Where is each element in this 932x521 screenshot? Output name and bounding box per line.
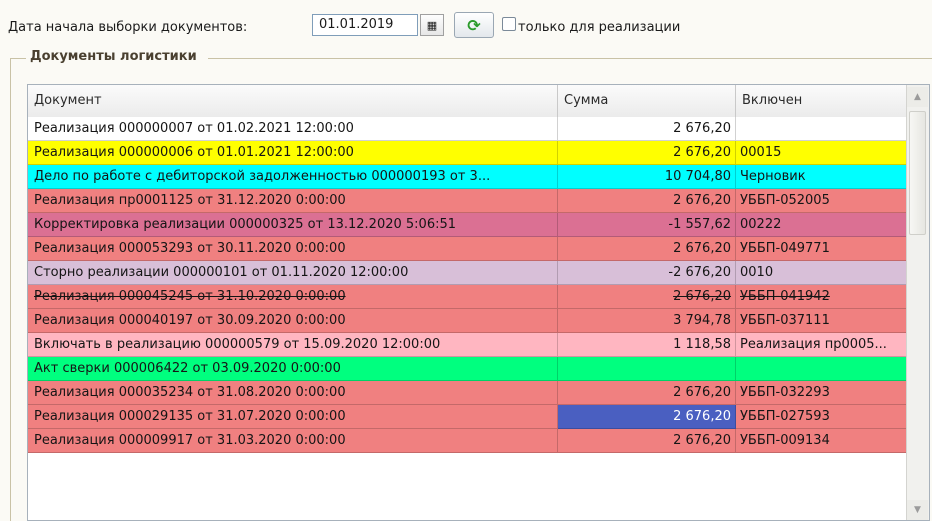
cell-included[interactable]: Реализация пр0005... [736, 333, 908, 357]
date-label: Дата начала выборки документов: [8, 20, 248, 35]
cell-document[interactable]: Реализация 000029135 от 31.07.2020 0:00:… [28, 405, 558, 429]
scroll-down-icon[interactable]: ▼ [907, 500, 928, 520]
cell-included[interactable]: УББП-009134 [736, 429, 908, 453]
table-row[interactable]: Реализация пр0001125 от 31.12.2020 0:00:… [28, 189, 908, 213]
group-border-right-top [208, 58, 932, 59]
cell-document[interactable]: Дело по работе с дебиторской задолженнос… [28, 165, 558, 189]
cell-document[interactable]: Включать в реализацию 000000579 от 15.09… [28, 333, 558, 357]
cell-sum[interactable]: 2 676,20 [558, 285, 736, 309]
cell-included[interactable]: 00222 [736, 213, 908, 237]
cell-sum[interactable]: 2 676,20 [558, 429, 736, 453]
column-header-document[interactable]: Документ [28, 85, 558, 117]
table-row[interactable]: Реализация 000009917 от 31.03.2020 0:00:… [28, 429, 908, 453]
table-row[interactable]: Акт сверки 000006422 от 03.09.2020 0:00:… [28, 357, 908, 381]
cell-included[interactable] [736, 357, 908, 381]
cell-sum[interactable]: 2 676,20 [558, 141, 736, 165]
table-row[interactable]: Реализация 000029135 от 31.07.2020 0:00:… [28, 405, 908, 429]
cell-document[interactable]: Реализация 000000006 от 01.01.2021 12:00… [28, 141, 558, 165]
cell-included[interactable]: УББП-049771 [736, 237, 908, 261]
column-header-included[interactable]: Включен [736, 85, 908, 117]
refresh-button[interactable]: ⟳ [454, 12, 494, 38]
cell-included[interactable]: УББП-032293 [736, 381, 908, 405]
date-input[interactable]: 01.01.2019 [312, 14, 418, 36]
refresh-icon: ⟳ [467, 15, 481, 35]
cell-included[interactable]: 0010 [736, 261, 908, 285]
cell-sum[interactable]: -2 676,20 [558, 261, 736, 285]
table-row[interactable]: Включать в реализацию 000000579 от 15.09… [28, 333, 908, 357]
cell-sum[interactable]: 2 676,20 [558, 405, 736, 429]
table-header: Документ Сумма Включен [28, 85, 908, 118]
cell-sum[interactable]: 2 676,20 [558, 237, 736, 261]
group-title: Документы логистики [28, 49, 199, 64]
cell-included[interactable] [736, 117, 908, 141]
table-row[interactable]: Реализация 000045245 от 31.10.2020 0:00:… [28, 285, 908, 309]
cell-included[interactable]: УББП-027593 [736, 405, 908, 429]
vertical-scrollbar[interactable]: ▲ ▼ [906, 85, 929, 520]
cell-sum[interactable]: 3 794,78 [558, 309, 736, 333]
cell-sum[interactable] [558, 357, 736, 381]
scroll-up-icon[interactable]: ▲ [907, 87, 928, 107]
cell-included[interactable]: 00015 [736, 141, 908, 165]
table-row[interactable]: Реализация 000000006 от 01.01.2021 12:00… [28, 141, 908, 165]
cell-sum[interactable]: 2 676,20 [558, 117, 736, 141]
cell-sum[interactable]: 2 676,20 [558, 189, 736, 213]
calendar-button[interactable]: ▦ [420, 14, 444, 36]
cell-document[interactable]: Реализация 000009917 от 31.03.2020 0:00:… [28, 429, 558, 453]
cell-document[interactable]: Реализация 000045245 от 31.10.2020 0:00:… [28, 285, 558, 309]
cell-sum[interactable]: -1 557,62 [558, 213, 736, 237]
table-row[interactable]: Сторно реализации 000000101 от 01.11.202… [28, 261, 908, 285]
column-header-sum[interactable]: Сумма [558, 85, 736, 117]
group-border-left-top [10, 58, 26, 59]
group-border-left [10, 58, 11, 521]
table-row[interactable]: Реализация 000040197 от 30.09.2020 0:00:… [28, 309, 908, 333]
cell-document[interactable]: Реализация 000040197 от 30.09.2020 0:00:… [28, 309, 558, 333]
only-sales-checkbox[interactable] [502, 17, 516, 31]
cell-included[interactable]: УББП-052005 [736, 189, 908, 213]
cell-sum[interactable]: 10 704,80 [558, 165, 736, 189]
table-row[interactable]: Реализация 000035234 от 31.08.2020 0:00:… [28, 381, 908, 405]
cell-sum[interactable]: 2 676,20 [558, 381, 736, 405]
scroll-thumb[interactable] [909, 111, 926, 235]
table-row[interactable]: Корректировка реализации 000000325 от 13… [28, 213, 908, 237]
cell-included[interactable]: УББП-037111 [736, 309, 908, 333]
cell-document[interactable]: Реализация 000035234 от 31.08.2020 0:00:… [28, 381, 558, 405]
table-row[interactable]: Дело по работе с дебиторской задолженнос… [28, 165, 908, 189]
calendar-icon: ▦ [426, 18, 438, 32]
cell-document[interactable]: Акт сверки 000006422 от 03.09.2020 0:00:… [28, 357, 558, 381]
cell-document[interactable]: Сторно реализации 000000101 от 01.11.202… [28, 261, 558, 285]
documents-table[interactable]: Документ Сумма Включен Реализация 000000… [27, 84, 930, 521]
cell-document[interactable]: Реализация 000000007 от 01.02.2021 12:00… [28, 117, 558, 141]
table-row[interactable]: Реализация 000000007 от 01.02.2021 12:00… [28, 117, 908, 141]
cell-sum[interactable]: 1 118,58 [558, 333, 736, 357]
cell-document[interactable]: Корректировка реализации 000000325 от 13… [28, 213, 558, 237]
table-row[interactable]: Реализация 000053293 от 30.11.2020 0:00:… [28, 237, 908, 261]
only-sales-label[interactable]: только для реализации [518, 20, 680, 35]
cell-document[interactable]: Реализация 000053293 от 30.11.2020 0:00:… [28, 237, 558, 261]
cell-included[interactable]: Черновик [736, 165, 908, 189]
cell-included[interactable]: УББП-041942 [736, 285, 908, 309]
cell-document[interactable]: Реализация пр0001125 от 31.12.2020 0:00:… [28, 189, 558, 213]
